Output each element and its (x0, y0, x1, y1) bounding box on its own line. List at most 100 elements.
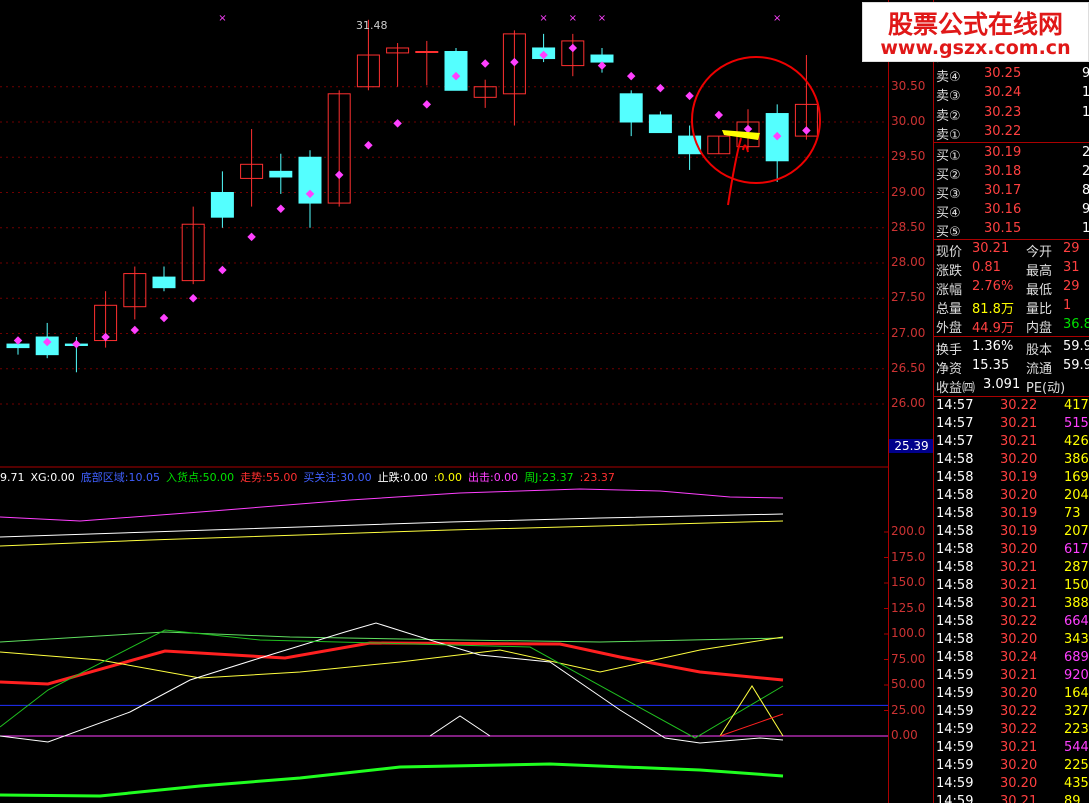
tick-volume: 426 (1064, 434, 1089, 449)
tick-volume: 664 (1064, 614, 1089, 629)
indicator-dot (101, 332, 110, 342)
indicator-dot (188, 294, 198, 303)
signal-crosses: × × × × × (218, 13, 781, 24)
tick-price: 30.21 (1000, 668, 1038, 683)
tick-volume: 287 (1064, 560, 1089, 575)
stat-value: 1 (1063, 298, 1072, 313)
tick-row: 14:59 30.22 223 (934, 722, 1089, 740)
indicator-line-yellow-spike (719, 685, 784, 737)
ask-label: 卖④ (936, 69, 961, 85)
tick-volume: 327 (1064, 704, 1089, 719)
indicator-legend-item: :23.37 (579, 471, 615, 484)
tick-row: 14:58 30.22 664 (934, 614, 1089, 632)
indicator-dot (656, 83, 665, 93)
tick-row: 14:58 30.19 73 (934, 506, 1089, 524)
indicator-line-green-thin (0, 629, 784, 739)
stat-value: 36.8 (1063, 317, 1089, 332)
tick-row: 14:58 30.19 169 (934, 470, 1089, 488)
indicator-tick-label: 175.0 (891, 549, 926, 564)
stat-value: 0.81 (972, 260, 1001, 275)
candle-body (152, 276, 176, 289)
indicator-legend-item: 底部区域:10.05 (80, 471, 160, 484)
indicator-legend-item: 9.71 (0, 471, 25, 484)
price-tick-label: 29.00 (891, 184, 926, 199)
tick-time: 14:58 (936, 524, 974, 539)
tick-volume: 343 (1064, 632, 1089, 647)
tick-time: 14:58 (936, 452, 974, 467)
high-price-label: 31.48 (356, 19, 388, 32)
price-tick-label: 30.50 (891, 78, 926, 93)
tick-volume: 89 (1064, 794, 1081, 803)
tick-price: 30.20 (1000, 488, 1038, 503)
indicator-dot (714, 110, 724, 120)
bid-price: 30.19 (984, 145, 1022, 160)
tick-row: 14:58 30.19 207 (934, 524, 1089, 542)
tick-row: 14:59 30.20 164 (934, 686, 1089, 704)
bid-price: 30.18 (984, 164, 1022, 179)
signal-cross: × (218, 13, 226, 24)
indicator-legend-item: 出击:0.00 (467, 471, 519, 484)
tick-price: 30.22 (1000, 704, 1038, 719)
tick-volume: 617 (1064, 542, 1089, 557)
ask-price: 30.24 (984, 85, 1022, 100)
tick-volume: 73 (1064, 506, 1081, 521)
indicator-dot (685, 91, 694, 101)
bid-volume: 2 (1082, 164, 1089, 179)
candlestick-series (6, 19, 818, 373)
tick-price: 30.21 (1000, 416, 1038, 431)
price-tick-label: 27.00 (891, 325, 926, 340)
stat-label: 外盘 (936, 321, 963, 336)
tick-row: 14:58 30.20 204 (934, 488, 1089, 506)
tick-time: 14:59 (936, 776, 974, 791)
price-tick-label: 26.50 (891, 360, 926, 375)
bid-row: 买⑤ 30.15 1 (934, 221, 1089, 240)
tick-time: 14:59 (936, 722, 974, 737)
panel-separator (934, 336, 1089, 337)
watermark-title: 股票公式在线网 (887, 10, 1063, 39)
tick-time: 14:58 (936, 614, 974, 629)
bid-label: 买② (936, 168, 961, 183)
tick-time: 14:58 (936, 650, 974, 665)
ask-volume: 1 (1082, 105, 1089, 120)
stat-label: 净资 (936, 362, 963, 377)
indicator-dot (13, 336, 23, 345)
indicator-legend-item: 止跌:0.00 (377, 471, 428, 484)
indicator-legend-item: XG:0.00 (30, 471, 75, 484)
tick-price: 30.22 (1000, 722, 1038, 737)
bid-label: 买⑤ (936, 225, 961, 240)
income-value: 3.091 (983, 377, 1021, 392)
tick-price: 30.21 (1000, 560, 1038, 575)
bid-price: 30.15 (984, 221, 1022, 236)
ask-label: 卖③ (936, 89, 961, 104)
kline-chart[interactable]: × × × × × 31.48 (0, 0, 888, 803)
indicator-legend-item: :0.00 (433, 471, 462, 484)
tick-price: 30.20 (1000, 758, 1038, 773)
stat-label: 流通 (1026, 362, 1053, 377)
indicator-tick-label: 25.00 (891, 702, 926, 717)
price-tick-label: 30.00 (891, 114, 926, 128)
tick-volume: 920 (1064, 668, 1089, 683)
panel-separator (934, 396, 1089, 397)
indicator-line-white-spike (429, 715, 491, 737)
stat-row: 外盘 44.9万内盘 36.8 (934, 317, 1089, 336)
stat-value: 81.8万 (972, 302, 1014, 317)
tick-row: 14:58 30.20 343 (934, 632, 1089, 650)
indicator-line-white-top (0, 513, 784, 538)
stat-row: 总量 81.8万 量比 1 (934, 298, 1089, 317)
tick-volume: 388 (1064, 596, 1089, 611)
candle-body (590, 54, 614, 63)
stat-label: 最高 (1026, 264, 1053, 279)
bid-volume: 1 (1082, 221, 1089, 236)
ask-label: 卖② (936, 108, 961, 124)
indicator-dot (422, 100, 432, 109)
stat-value: 2.76% (972, 279, 1014, 294)
tick-row: 14:59 30.20 225 (934, 758, 1089, 776)
indicator-tick-label: 150.0 (891, 575, 926, 589)
tick-time: 14:59 (936, 758, 974, 773)
tick-time: 14:59 (936, 686, 974, 701)
tick-time: 14:57 (936, 416, 974, 431)
bid-row: 买④ 30.16 9 (934, 202, 1089, 221)
indicator-dot (276, 204, 286, 213)
tick-price: 30.19 (1000, 470, 1038, 485)
tick-price: 30.20 (1000, 686, 1038, 701)
